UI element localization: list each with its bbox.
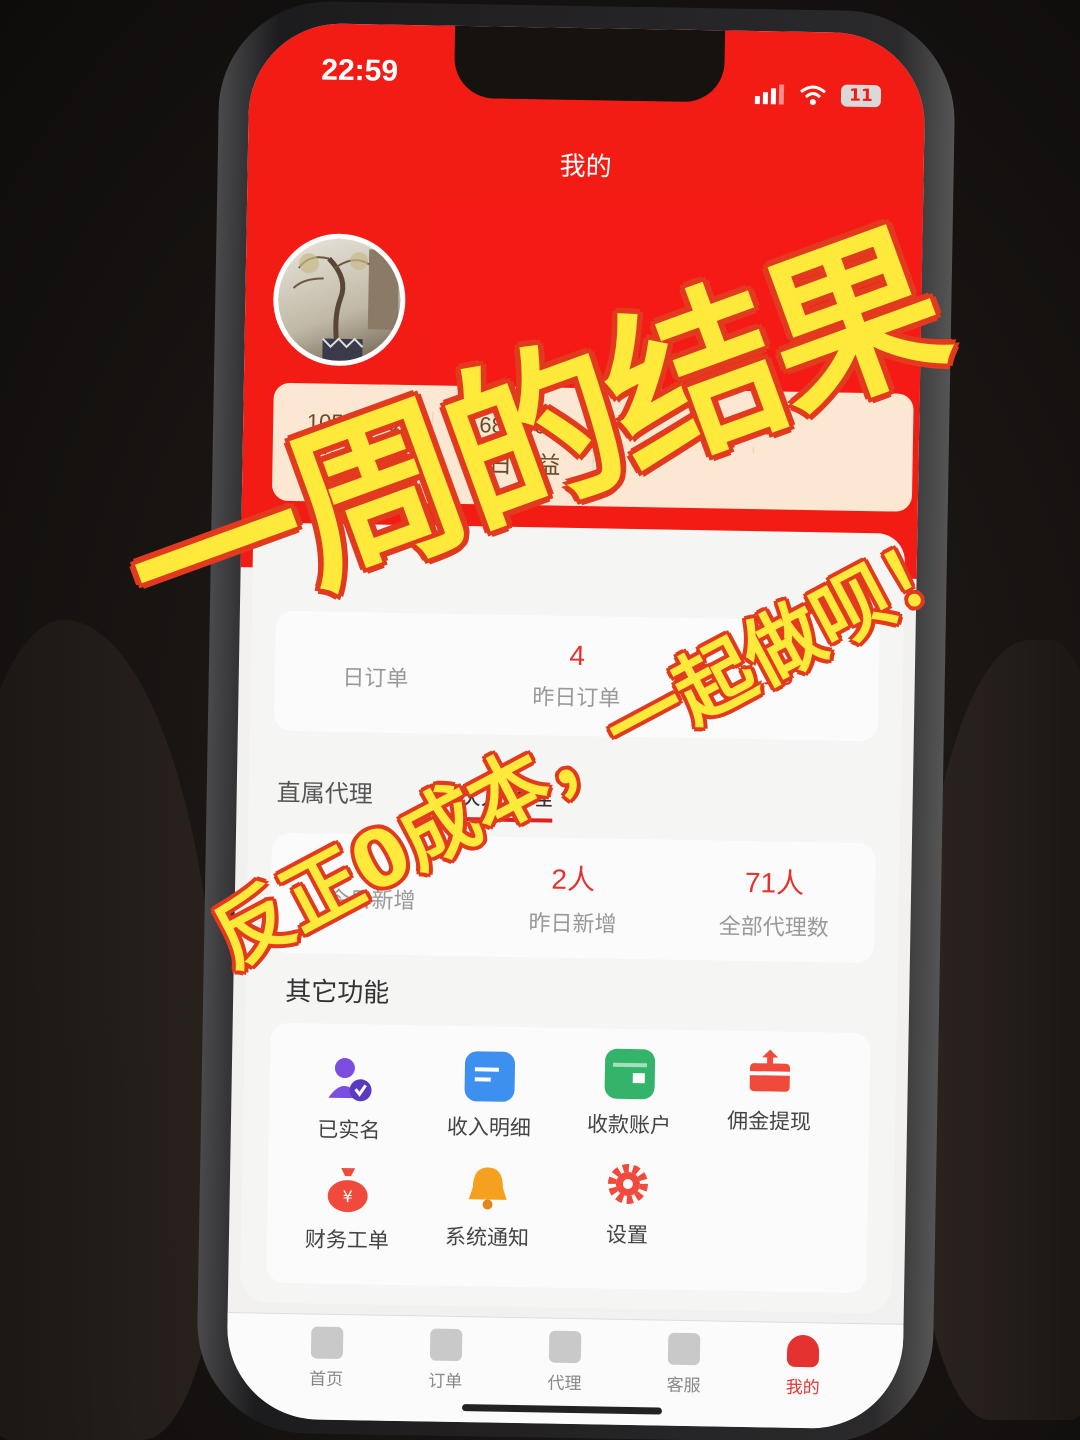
receiving-account-button[interactable]: 收款账户 <box>559 1048 701 1140</box>
function-label: 已实名 <box>317 1117 381 1143</box>
metric-value: 71人 <box>744 866 805 900</box>
agent-metric: 2人 昨日新增 <box>472 856 675 940</box>
verified-user-icon <box>324 1054 375 1105</box>
battery-icon: 11 <box>840 84 882 108</box>
home-icon <box>310 1326 343 1360</box>
income-detail-button[interactable]: 收入明细 <box>419 1050 561 1142</box>
profile-icon <box>787 1334 820 1368</box>
service-icon <box>667 1332 701 1366</box>
agent-metric: 71人 全部代理数 <box>673 860 876 944</box>
order-icon <box>429 1328 463 1362</box>
tab-home[interactable]: 首页 <box>280 1314 372 1421</box>
function-label: 系统通知 <box>444 1224 530 1251</box>
status-icons: 11 <box>754 83 882 108</box>
tab-profile[interactable]: 我的 <box>757 1322 849 1429</box>
metric-value <box>275 651 476 655</box>
wallet-icon <box>604 1048 656 1100</box>
signal-icon <box>754 84 785 105</box>
svg-text:¥: ¥ <box>342 1187 353 1206</box>
function-label: 设置 <box>605 1222 649 1248</box>
commission-withdraw-button[interactable]: 佣金提现 <box>699 1044 841 1136</box>
settings-button[interactable]: 设置 <box>557 1158 699 1250</box>
finance-ticket-button[interactable]: ¥ 财务工单 <box>277 1163 419 1255</box>
agent-icon <box>548 1330 582 1364</box>
withdraw-box-icon <box>745 1045 796 1096</box>
phone-notch <box>453 25 726 103</box>
function-label: 财务工单 <box>304 1227 390 1253</box>
status-time: 22:59 <box>321 53 399 88</box>
document-list-icon <box>464 1051 516 1102</box>
function-grid: 已实名 收入明细 收款账户 佣金提现 ¥ 财务工单 系统通知 设置 <box>266 1022 871 1294</box>
left-hand <box>0 620 220 1440</box>
function-label: 收款账户 <box>586 1112 672 1138</box>
other-functions-title: 其它功能 <box>284 976 390 1009</box>
verified-button[interactable]: 已实名 <box>279 1053 421 1145</box>
metric-label: 全部代理数 <box>718 914 829 942</box>
metric-label: 昨日新增 <box>528 911 617 938</box>
tab-label: 首页 <box>308 1369 344 1391</box>
function-label: 收入明细 <box>446 1114 532 1141</box>
tab-label: 代理 <box>547 1373 582 1395</box>
bell-icon <box>462 1161 513 1212</box>
order-metric: 日订单 <box>274 651 476 695</box>
system-notice-button[interactable]: 系统通知 <box>417 1160 559 1252</box>
tab-label: 我的 <box>785 1377 820 1399</box>
function-label: 佣金提现 <box>726 1108 812 1135</box>
tab-label: 客服 <box>666 1375 701 1397</box>
metric-label: 日订单 <box>342 665 409 693</box>
money-bag-icon: ¥ <box>322 1164 373 1215</box>
wifi-icon <box>800 85 827 106</box>
tab-label: 订单 <box>428 1371 463 1393</box>
metric-value: 2人 <box>551 863 596 896</box>
gear-icon <box>603 1159 654 1210</box>
